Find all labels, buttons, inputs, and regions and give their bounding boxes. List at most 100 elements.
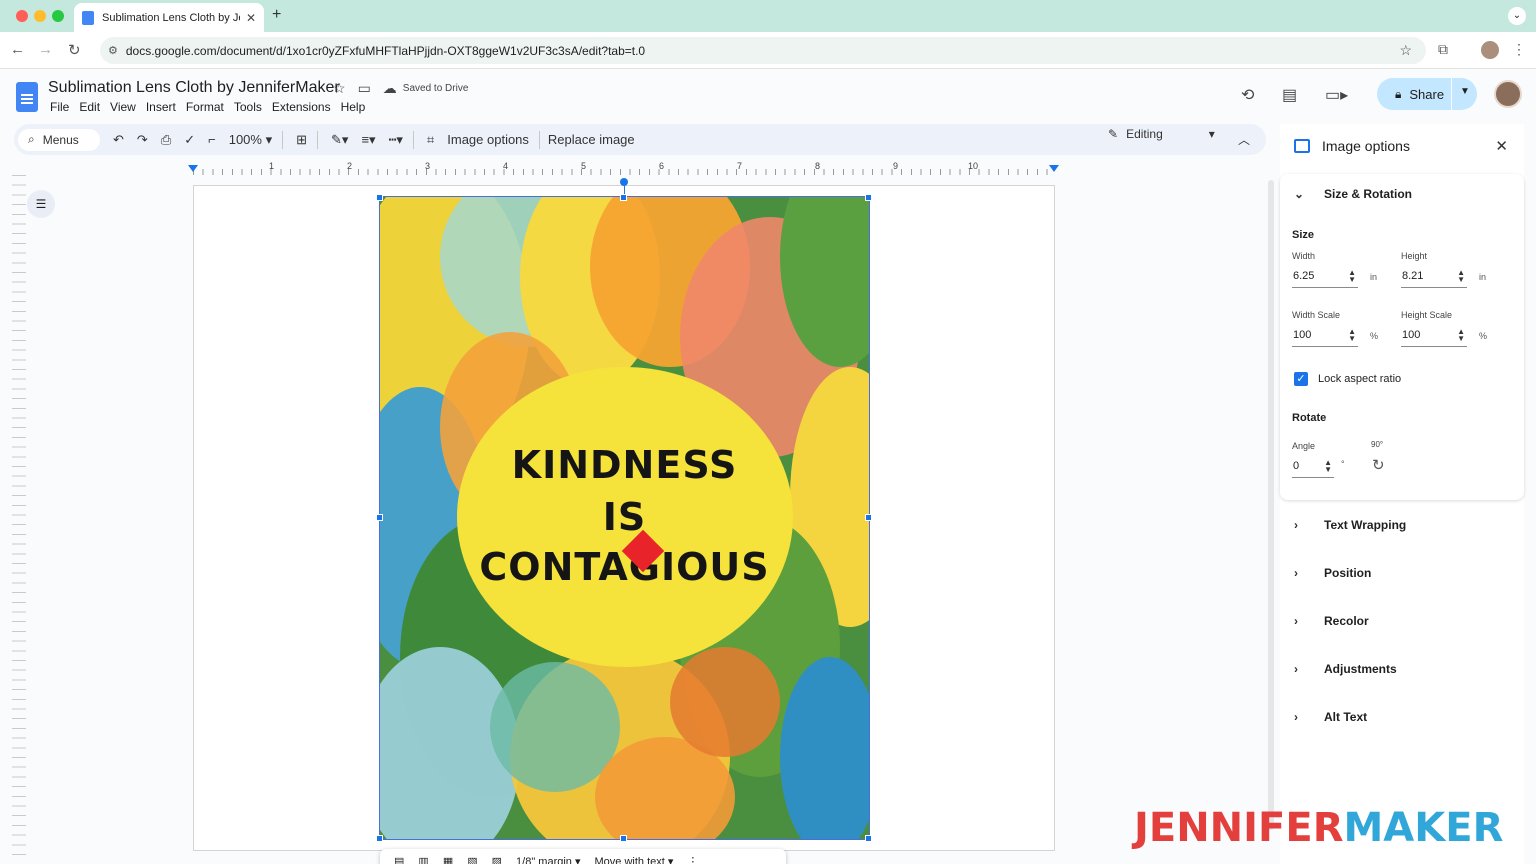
- wrap-text-icon[interactable]: ▥: [418, 855, 428, 864]
- close-icon[interactable]: ✕: [1495, 137, 1508, 155]
- angle-stepper-icon[interactable]: ▲ ▼: [1324, 459, 1332, 474]
- docs-logo-icon[interactable]: [16, 82, 38, 112]
- close-tab-icon[interactable]: ✕: [246, 11, 256, 25]
- print-icon[interactable]: ⎙: [161, 132, 171, 148]
- selected-image[interactable]: KINDNESS IS CONTAGIOUS: [379, 196, 870, 840]
- width-scale-stepper-icon[interactable]: ▲ ▼: [1348, 328, 1356, 343]
- reload-icon[interactable]: ↻: [68, 41, 81, 59]
- version-history-icon[interactable]: ⟲: [1241, 85, 1254, 105]
- left-indent-marker[interactable]: [188, 165, 198, 172]
- height-stepper-icon[interactable]: ▲ ▼: [1457, 269, 1465, 284]
- editing-mode-select[interactable]: ✎ Editing ▾: [1108, 127, 1215, 141]
- document-outline-icon[interactable]: ☰: [27, 190, 55, 218]
- menu-tools[interactable]: Tools: [234, 100, 262, 114]
- recolor-section[interactable]: › Recolor: [1294, 614, 1369, 628]
- browser-menu-icon[interactable]: ⋮: [1512, 41, 1526, 58]
- redo-icon[interactable]: ↷: [137, 132, 148, 148]
- front-text-icon[interactable]: ▨: [492, 855, 502, 864]
- spellcheck-icon[interactable]: ✓: [184, 132, 195, 148]
- horizontal-ruler[interactable]: 1 2 3 4 5 6 7 8 9 10: [188, 160, 1059, 176]
- share-dropdown-icon[interactable]: ▼: [1460, 86, 1470, 97]
- more-options-icon[interactable]: ⋮: [687, 855, 698, 864]
- bookmark-star-icon[interactable]: ☆: [1399, 42, 1412, 59]
- resize-handle-bottom[interactable]: [620, 835, 627, 842]
- extensions-icon[interactable]: ⧉: [1438, 41, 1448, 58]
- resize-handle-right[interactable]: [865, 514, 872, 521]
- collapse-toolbar-icon[interactable]: ︿: [1238, 131, 1250, 148]
- ruler-number: 10: [968, 161, 979, 171]
- zoom-select[interactable]: 100% ▾: [229, 132, 272, 148]
- alt-text-section[interactable]: › Alt Text: [1294, 710, 1367, 724]
- site-info-icon[interactable]: ⚙: [108, 44, 118, 57]
- border-color-icon[interactable]: ✎▾: [331, 132, 348, 148]
- share-button[interactable]: 🔒︎ Share ▼: [1377, 78, 1477, 110]
- width-stepper-icon[interactable]: ▲ ▼: [1348, 269, 1356, 284]
- meet-video-icon[interactable]: ▭▸: [1325, 85, 1348, 105]
- forward-icon[interactable]: →: [38, 41, 53, 58]
- width-input[interactable]: 6.25 ▲ ▼: [1292, 266, 1358, 288]
- maximize-window-button[interactable]: [52, 10, 64, 22]
- insert-comment-icon[interactable]: ⊞: [296, 132, 307, 148]
- lock-aspect-label[interactable]: Lock aspect ratio: [1318, 373, 1401, 385]
- margin-select[interactable]: 1/8" margin ▾: [516, 855, 580, 864]
- menu-edit[interactable]: Edit: [79, 100, 100, 114]
- tab-search-icon[interactable]: ⌄: [1508, 7, 1526, 25]
- comments-icon[interactable]: ▤: [1282, 85, 1297, 105]
- height-input[interactable]: 8.21 ▲ ▼: [1401, 266, 1467, 288]
- adjustments-section[interactable]: › Adjustments: [1294, 662, 1397, 676]
- crop-icon[interactable]: ⌗: [427, 132, 434, 148]
- account-avatar[interactable]: [1494, 80, 1522, 108]
- chevron-right-icon: ›: [1294, 566, 1298, 580]
- ruler-number: 4: [503, 161, 509, 171]
- resize-handle-top-left[interactable]: [376, 194, 383, 201]
- move-folder-icon[interactable]: ▭: [358, 80, 371, 97]
- rotate-90-icon[interactable]: ↻: [1372, 456, 1385, 474]
- position-select[interactable]: Move with text ▾: [595, 855, 674, 864]
- right-indent-marker[interactable]: [1049, 165, 1059, 172]
- text-wrapping-section[interactable]: › Text Wrapping: [1294, 518, 1406, 532]
- vertical-ruler[interactable]: [12, 175, 26, 855]
- size-rotation-section: ⌄ Size & Rotation Size Width Height 6.25…: [1280, 174, 1524, 500]
- paint-format-icon[interactable]: ⌐: [208, 132, 216, 147]
- rotate-handle[interactable]: [620, 178, 628, 186]
- menu-extensions[interactable]: Extensions: [272, 100, 331, 114]
- image-options-button[interactable]: Image options: [447, 132, 529, 147]
- border-dash-icon[interactable]: ┅▾: [389, 132, 403, 148]
- menu-view[interactable]: View: [110, 100, 136, 114]
- search-menus-button[interactable]: ⌕ Menus: [18, 128, 100, 151]
- size-rotation-header[interactable]: ⌄ Size & Rotation: [1294, 187, 1412, 201]
- resize-handle-left[interactable]: [376, 514, 383, 521]
- resize-handle-bottom-left[interactable]: [376, 835, 383, 842]
- document-title[interactable]: Sublimation Lens Cloth by JenniferMaker: [48, 79, 340, 97]
- angle-value: 0: [1293, 460, 1300, 472]
- address-bar[interactable]: ⚙ docs.google.com/document/d/1xo1cr0yZFx…: [100, 37, 1426, 64]
- wrap-inline-icon[interactable]: ▤: [394, 855, 404, 864]
- behind-text-icon[interactable]: ▧: [467, 855, 477, 864]
- border-weight-icon[interactable]: ≡▾: [361, 132, 375, 148]
- position-section[interactable]: › Position: [1294, 566, 1371, 580]
- resize-handle-top[interactable]: [620, 194, 627, 201]
- replace-image-button[interactable]: Replace image: [548, 132, 635, 147]
- undo-icon[interactable]: ↶: [113, 132, 124, 148]
- star-icon[interactable]: ☆: [333, 80, 346, 97]
- height-scale-stepper-icon[interactable]: ▲ ▼: [1457, 328, 1465, 343]
- resize-handle-bottom-right[interactable]: [865, 835, 872, 842]
- width-scale-input[interactable]: 100 ▲ ▼: [1292, 325, 1358, 347]
- close-window-button[interactable]: [16, 10, 28, 22]
- new-tab-button[interactable]: +: [272, 6, 281, 24]
- browser-profile-avatar[interactable]: [1481, 41, 1499, 59]
- resize-handle-top-right[interactable]: [865, 194, 872, 201]
- browser-tab[interactable]: Sublimation Lens Cloth by Jen ✕: [74, 3, 264, 32]
- document-scrollbar[interactable]: [1268, 180, 1274, 830]
- minimize-window-button[interactable]: [34, 10, 46, 22]
- ruler-number: 2: [347, 161, 353, 171]
- menu-file[interactable]: File: [50, 100, 69, 114]
- height-scale-input[interactable]: 100 ▲ ▼: [1401, 325, 1467, 347]
- break-text-icon[interactable]: ▦: [443, 855, 453, 864]
- lock-aspect-checkbox[interactable]: ✓: [1294, 372, 1308, 386]
- menu-insert[interactable]: Insert: [146, 100, 176, 114]
- menu-format[interactable]: Format: [186, 100, 224, 114]
- menu-help[interactable]: Help: [341, 100, 366, 114]
- back-icon[interactable]: ←: [10, 41, 25, 58]
- angle-input[interactable]: 0 ▲ ▼: [1292, 456, 1334, 478]
